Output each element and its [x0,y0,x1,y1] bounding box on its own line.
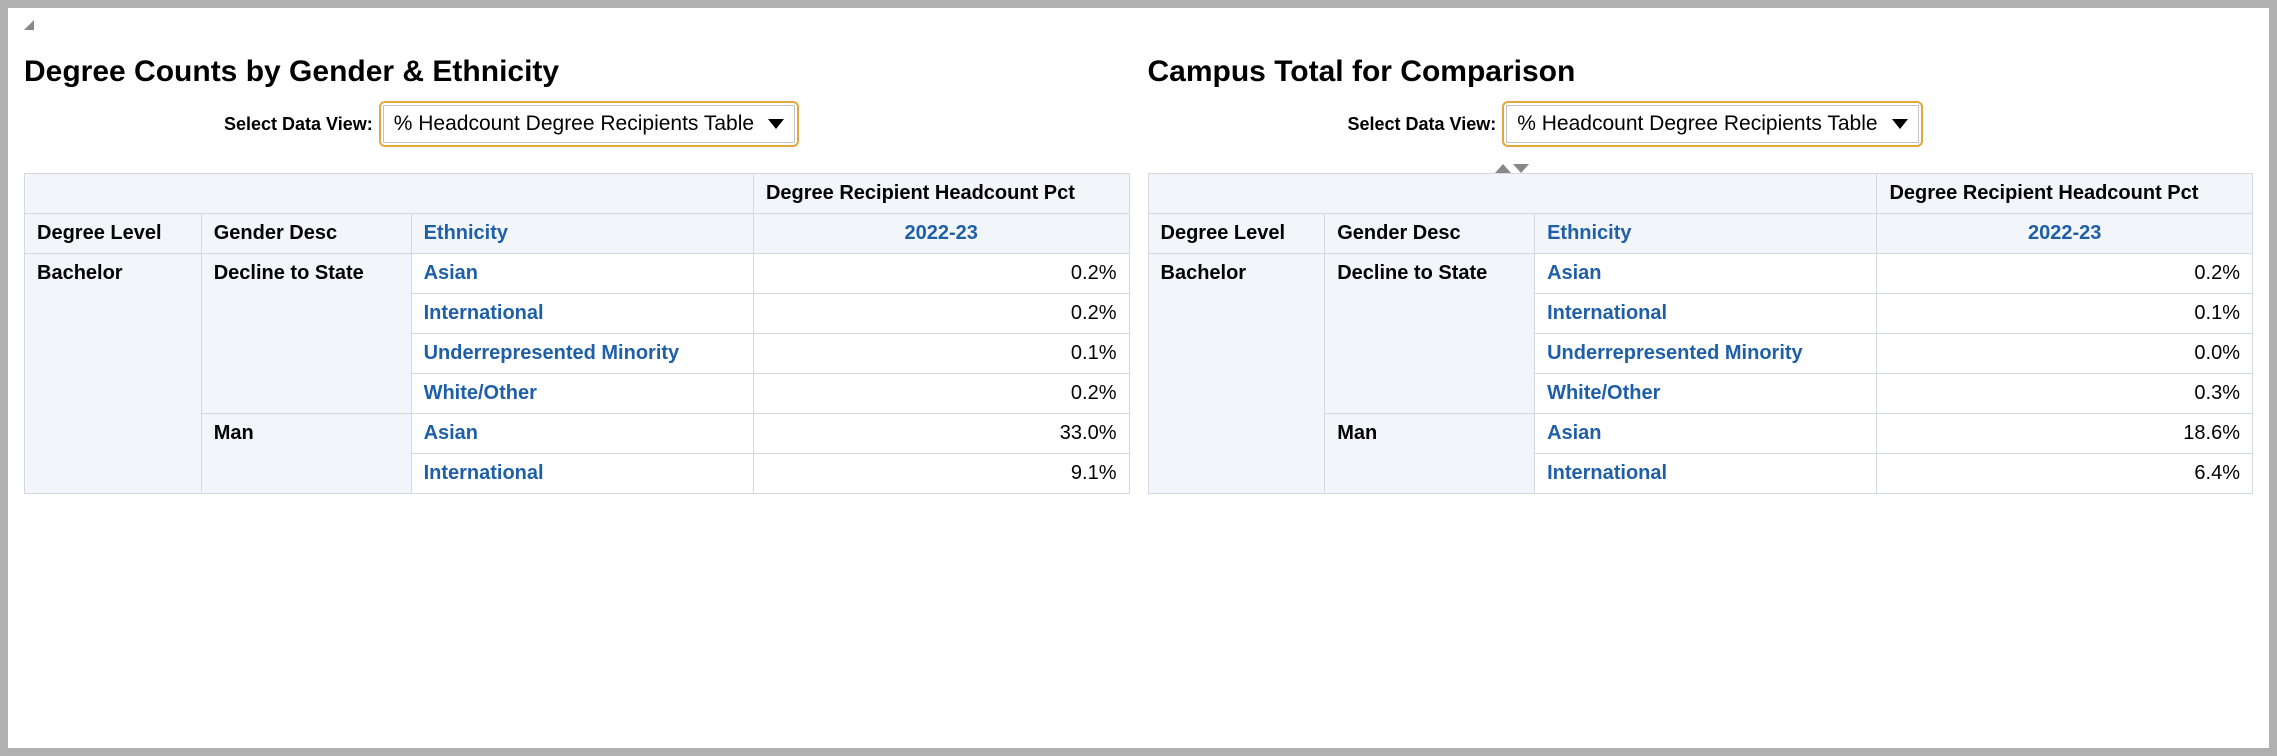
left-panel: Degree Counts by Gender & Ethnicity Sele… [24,41,1130,494]
col-degree-level[interactable]: Degree Level [25,214,202,254]
col-gender-desc[interactable]: Gender Desc [201,214,411,254]
value-cell: 9.1% [753,454,1129,494]
ethnicity-link[interactable]: International [411,454,753,494]
left-title: Degree Counts by Gender & Ethnicity [24,55,1130,89]
chevron-down-icon [768,119,784,129]
right-title: Campus Total for Comparison [1148,55,2254,89]
gender-cell: Man [201,414,411,494]
left-selector-value: % Headcount Degree Recipients Table [394,112,754,136]
sort-down-icon[interactable] [1513,164,1529,173]
degree-cell: Bachelor [25,254,202,494]
degree-cell: Bachelor [1148,254,1325,494]
ethnicity-link[interactable]: Asian [1535,414,1877,454]
ethnicity-link[interactable]: International [1535,454,1877,494]
value-cell: 6.4% [1877,454,2253,494]
col-gender-desc[interactable]: Gender Desc [1325,214,1535,254]
value-cell: 18.6% [1877,414,2253,454]
left-data-view-select[interactable]: % Headcount Degree Recipients Table [383,105,795,143]
right-data-view-select[interactable]: % Headcount Degree Recipients Table [1506,105,1918,143]
ethnicity-link[interactable]: International [411,294,753,334]
value-cell: 0.0% [1877,334,2253,374]
value-cell: 0.1% [753,334,1129,374]
value-cell: 0.2% [753,374,1129,414]
col-ethnicity[interactable]: Ethnicity [411,214,753,254]
right-table: Degree Recipient Headcount Pct Degree Le… [1148,173,2254,494]
pct-header: Degree Recipient Headcount Pct [753,174,1129,214]
sort-up-icon[interactable] [1495,164,1511,173]
ethnicity-link[interactable]: International [1535,294,1877,334]
gender-cell: Man [1325,414,1535,494]
collapse-icon[interactable] [24,20,34,30]
gender-cell: Decline to State [201,254,411,414]
chevron-down-icon [1892,119,1908,129]
blank-header [25,174,754,214]
ethnicity-link[interactable]: Underrepresented Minority [411,334,753,374]
right-selector-label: Select Data View: [1348,114,1497,135]
col-degree-level[interactable]: Degree Level [1148,214,1325,254]
value-cell: 0.2% [753,294,1129,334]
col-year[interactable]: 2022-23 [1877,214,2253,254]
left-selector-label: Select Data View: [224,114,373,135]
ethnicity-link[interactable]: White/Other [1535,374,1877,414]
col-year[interactable]: 2022-23 [753,214,1129,254]
value-cell: 0.1% [1877,294,2253,334]
value-cell: 0.2% [1877,254,2253,294]
ethnicity-link[interactable]: White/Other [411,374,753,414]
ethnicity-link[interactable]: Asian [411,254,753,294]
ethnicity-link[interactable]: Asian [411,414,753,454]
right-panel: Campus Total for Comparison Select Data … [1148,41,2254,494]
value-cell: 0.2% [753,254,1129,294]
left-table: Degree Recipient Headcount Pct Degree Le… [24,173,1130,494]
ethnicity-link[interactable]: Asian [1535,254,1877,294]
blank-header [1148,174,1877,214]
col-ethnicity[interactable]: Ethnicity [1535,214,1877,254]
right-selector-value: % Headcount Degree Recipients Table [1517,112,1877,136]
value-cell: 33.0% [753,414,1129,454]
value-cell: 0.3% [1877,374,2253,414]
pct-header: Degree Recipient Headcount Pct [1877,174,2253,214]
gender-cell: Decline to State [1325,254,1535,414]
ethnicity-link[interactable]: Underrepresented Minority [1535,334,1877,374]
